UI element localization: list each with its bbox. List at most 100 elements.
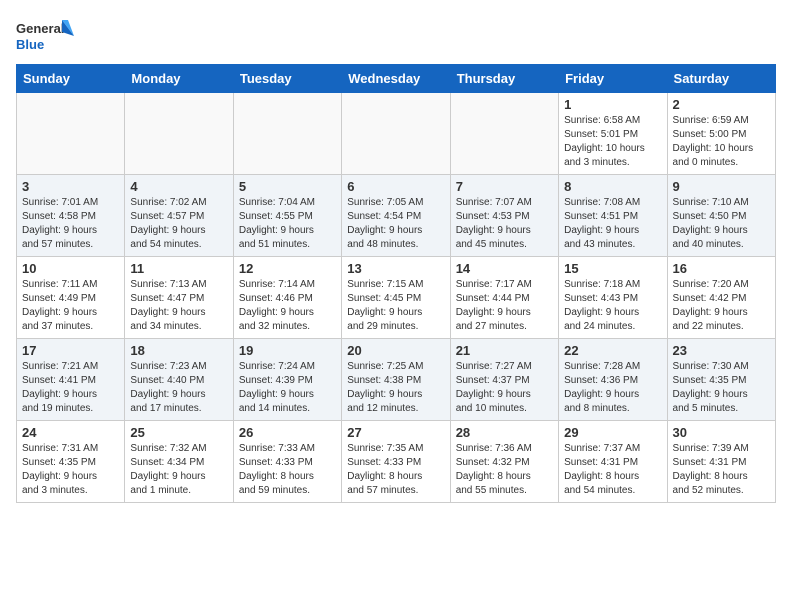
day-number: 15 (564, 261, 661, 276)
day-info: Sunrise: 7:32 AM Sunset: 4:34 PM Dayligh… (130, 442, 227, 498)
day-number: 22 (564, 343, 661, 358)
calendar-cell: 5 Sunrise: 7:04 AM Sunset: 4:55 PM Daylig… (233, 175, 341, 257)
day-number: 19 (239, 343, 336, 358)
day-number: 1 (564, 97, 661, 112)
day-number: 4 (130, 179, 227, 194)
calendar-cell: 29 Sunrise: 7:37 AM Sunset: 4:31 PM Dayli… (559, 421, 667, 503)
day-info: Sunrise: 7:04 AM Sunset: 4:55 PM Dayligh… (239, 196, 336, 252)
calendar-cell: 11 Sunrise: 7:13 AM Sunset: 4:47 PM Dayli… (125, 257, 233, 339)
calendar-cell: 15 Sunrise: 7:18 AM Sunset: 4:43 PM Dayli… (559, 257, 667, 339)
day-info: Sunrise: 7:30 AM Sunset: 4:35 PM Dayligh… (673, 360, 770, 416)
day-number: 14 (456, 261, 553, 276)
day-info: Sunrise: 7:15 AM Sunset: 4:45 PM Dayligh… (347, 278, 444, 334)
day-info: Sunrise: 7:37 AM Sunset: 4:31 PM Dayligh… (564, 442, 661, 498)
day-number: 27 (347, 425, 444, 440)
calendar-cell (233, 93, 341, 175)
day-number: 16 (673, 261, 770, 276)
calendar-cell: 3 Sunrise: 7:01 AM Sunset: 4:58 PM Daylig… (17, 175, 125, 257)
header: GeneralBlue (16, 16, 776, 56)
day-number: 3 (22, 179, 119, 194)
calendar-cell: 27 Sunrise: 7:35 AM Sunset: 4:33 PM Dayli… (342, 421, 450, 503)
calendar-cell: 19 Sunrise: 7:24 AM Sunset: 4:39 PM Dayli… (233, 339, 341, 421)
day-number: 11 (130, 261, 227, 276)
day-info: Sunrise: 7:27 AM Sunset: 4:37 PM Dayligh… (456, 360, 553, 416)
day-info: Sunrise: 7:23 AM Sunset: 4:40 PM Dayligh… (130, 360, 227, 416)
day-info: Sunrise: 7:18 AM Sunset: 4:43 PM Dayligh… (564, 278, 661, 334)
day-info: Sunrise: 7:13 AM Sunset: 4:47 PM Dayligh… (130, 278, 227, 334)
day-info: Sunrise: 7:11 AM Sunset: 4:49 PM Dayligh… (22, 278, 119, 334)
day-info: Sunrise: 7:21 AM Sunset: 4:41 PM Dayligh… (22, 360, 119, 416)
day-info: Sunrise: 7:39 AM Sunset: 4:31 PM Dayligh… (673, 442, 770, 498)
weekday-header-friday: Friday (559, 65, 667, 93)
day-info: Sunrise: 7:25 AM Sunset: 4:38 PM Dayligh… (347, 360, 444, 416)
day-info: Sunrise: 7:01 AM Sunset: 4:58 PM Dayligh… (22, 196, 119, 252)
day-info: Sunrise: 7:31 AM Sunset: 4:35 PM Dayligh… (22, 442, 119, 498)
weekday-header-sunday: Sunday (17, 65, 125, 93)
weekday-header-tuesday: Tuesday (233, 65, 341, 93)
day-number: 20 (347, 343, 444, 358)
logo: GeneralBlue (16, 16, 76, 56)
day-info: Sunrise: 7:02 AM Sunset: 4:57 PM Dayligh… (130, 196, 227, 252)
calendar-cell: 16 Sunrise: 7:20 AM Sunset: 4:42 PM Dayli… (667, 257, 775, 339)
calendar-cell: 26 Sunrise: 7:33 AM Sunset: 4:33 PM Dayli… (233, 421, 341, 503)
calendar-cell: 20 Sunrise: 7:25 AM Sunset: 4:38 PM Dayli… (342, 339, 450, 421)
day-number: 5 (239, 179, 336, 194)
calendar-cell (342, 93, 450, 175)
calendar-week-2: 3 Sunrise: 7:01 AM Sunset: 4:58 PM Daylig… (17, 175, 776, 257)
day-number: 26 (239, 425, 336, 440)
day-number: 18 (130, 343, 227, 358)
day-number: 8 (564, 179, 661, 194)
calendar-week-5: 24Sunrise: 7:31 AM Sunset: 4:35 PM Dayli… (17, 421, 776, 503)
day-info: Sunrise: 7:10 AM Sunset: 4:50 PM Dayligh… (673, 196, 770, 252)
day-number: 6 (347, 179, 444, 194)
calendar-cell: 30 Sunrise: 7:39 AM Sunset: 4:31 PM Dayli… (667, 421, 775, 503)
weekday-header-wednesday: Wednesday (342, 65, 450, 93)
day-info: Sunrise: 6:58 AM Sunset: 5:01 PM Dayligh… (564, 114, 661, 170)
day-info: Sunrise: 7:20 AM Sunset: 4:42 PM Dayligh… (673, 278, 770, 334)
weekday-header-monday: Monday (125, 65, 233, 93)
calendar-cell: 9 Sunrise: 7:10 AM Sunset: 4:50 PM Daylig… (667, 175, 775, 257)
day-number: 29 (564, 425, 661, 440)
day-number: 23 (673, 343, 770, 358)
page: GeneralBlue SundayMondayTuesdayWednesday… (0, 0, 792, 515)
day-info: Sunrise: 7:07 AM Sunset: 4:53 PM Dayligh… (456, 196, 553, 252)
calendar-cell: 12 Sunrise: 7:14 AM Sunset: 4:46 PM Dayli… (233, 257, 341, 339)
calendar-cell: 6 Sunrise: 7:05 AM Sunset: 4:54 PM Daylig… (342, 175, 450, 257)
day-info: Sunrise: 7:05 AM Sunset: 4:54 PM Dayligh… (347, 196, 444, 252)
calendar-cell: 14 Sunrise: 7:17 AM Sunset: 4:44 PM Dayli… (450, 257, 558, 339)
day-info: Sunrise: 7:14 AM Sunset: 4:46 PM Dayligh… (239, 278, 336, 334)
day-number: 30 (673, 425, 770, 440)
calendar-cell: 4 Sunrise: 7:02 AM Sunset: 4:57 PM Daylig… (125, 175, 233, 257)
day-info: Sunrise: 7:35 AM Sunset: 4:33 PM Dayligh… (347, 442, 444, 498)
calendar-cell (125, 93, 233, 175)
day-info: Sunrise: 7:08 AM Sunset: 4:51 PM Dayligh… (564, 196, 661, 252)
calendar-cell: 13 Sunrise: 7:15 AM Sunset: 4:45 PM Dayli… (342, 257, 450, 339)
day-number: 17 (22, 343, 119, 358)
day-number: 25 (130, 425, 227, 440)
calendar-cell: 22 Sunrise: 7:28 AM Sunset: 4:36 PM Dayli… (559, 339, 667, 421)
calendar-cell: 17 Sunrise: 7:21 AM Sunset: 4:41 PM Dayli… (17, 339, 125, 421)
day-number: 21 (456, 343, 553, 358)
calendar-week-4: 17 Sunrise: 7:21 AM Sunset: 4:41 PM Dayli… (17, 339, 776, 421)
calendar-cell: 21 Sunrise: 7:27 AM Sunset: 4:37 PM Dayli… (450, 339, 558, 421)
svg-text:General: General (16, 21, 64, 36)
day-number: 9 (673, 179, 770, 194)
day-number: 7 (456, 179, 553, 194)
day-info: Sunrise: 7:33 AM Sunset: 4:33 PM Dayligh… (239, 442, 336, 498)
weekday-header-thursday: Thursday (450, 65, 558, 93)
day-info: Sunrise: 6:59 AM Sunset: 5:00 PM Dayligh… (673, 114, 770, 170)
day-number: 10 (22, 261, 119, 276)
day-info: Sunrise: 7:17 AM Sunset: 4:44 PM Dayligh… (456, 278, 553, 334)
day-info: Sunrise: 7:28 AM Sunset: 4:36 PM Dayligh… (564, 360, 661, 416)
day-number: 13 (347, 261, 444, 276)
svg-text:Blue: Blue (16, 37, 44, 52)
day-info: Sunrise: 7:36 AM Sunset: 4:32 PM Dayligh… (456, 442, 553, 498)
day-info: Sunrise: 7:24 AM Sunset: 4:39 PM Dayligh… (239, 360, 336, 416)
calendar-cell: 10 Sunrise: 7:11 AM Sunset: 4:49 PM Dayli… (17, 257, 125, 339)
day-number: 12 (239, 261, 336, 276)
calendar: SundayMondayTuesdayWednesdayThursdayFrid… (16, 64, 776, 503)
calendar-week-3: 10 Sunrise: 7:11 AM Sunset: 4:49 PM Dayli… (17, 257, 776, 339)
calendar-cell: 18 Sunrise: 7:23 AM Sunset: 4:40 PM Dayli… (125, 339, 233, 421)
calendar-cell: 1 Sunrise: 6:58 AM Sunset: 5:01 PM Daylig… (559, 93, 667, 175)
calendar-cell: 8 Sunrise: 7:08 AM Sunset: 4:51 PM Daylig… (559, 175, 667, 257)
